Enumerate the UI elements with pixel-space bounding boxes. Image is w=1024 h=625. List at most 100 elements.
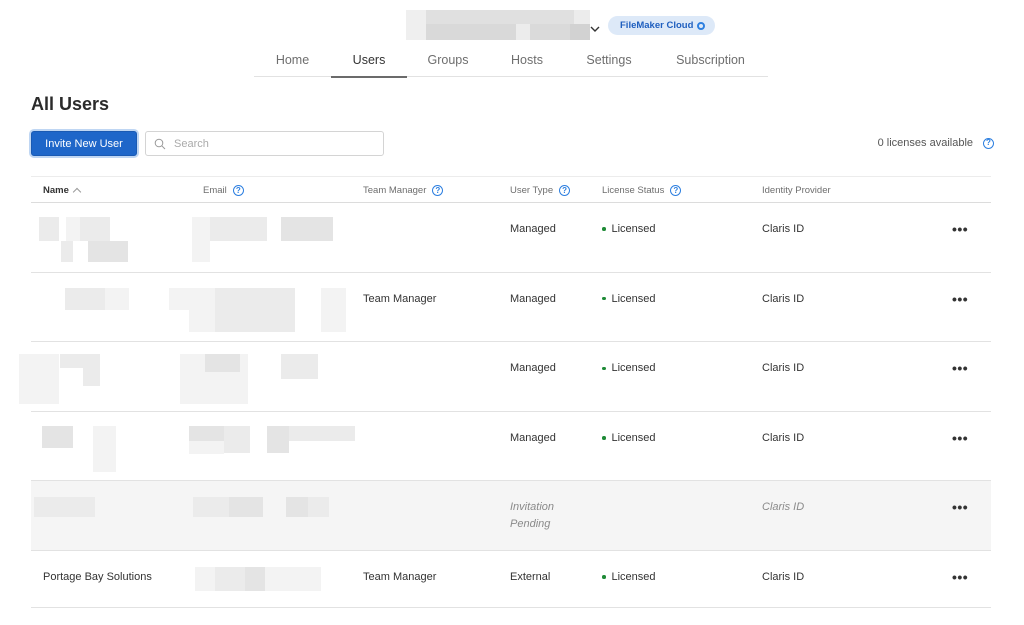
more-actions-icon[interactable]: ••• bbox=[952, 569, 968, 585]
redaction-block bbox=[215, 287, 295, 332]
identity-provider: Claris ID bbox=[762, 570, 805, 583]
column-header-license-status[interactable]: License Status ? bbox=[602, 185, 682, 196]
redaction-block bbox=[215, 566, 245, 591]
redaction-block bbox=[281, 354, 318, 380]
redaction-block bbox=[65, 287, 105, 310]
invite-new-user-button[interactable]: Invite New User bbox=[31, 131, 137, 156]
tab-subscription[interactable]: Subscription bbox=[653, 48, 768, 77]
licensed-dot-icon bbox=[602, 575, 606, 579]
column-header-email[interactable]: Email ? bbox=[203, 185, 244, 196]
tab-home[interactable]: Home bbox=[254, 48, 331, 77]
identity-provider: Claris ID bbox=[762, 501, 805, 514]
column-header-user-type[interactable]: User Type ? bbox=[510, 185, 571, 196]
user-type: Managed bbox=[510, 223, 556, 235]
licensed-dot-icon bbox=[602, 227, 606, 231]
redaction-block bbox=[61, 241, 73, 262]
sort-ascending-icon bbox=[72, 187, 82, 197]
table-row[interactable]: Managed Licensed Claris ID ••• bbox=[31, 203, 991, 273]
table-row[interactable]: Portage Bay Solutions Team Manager Exter… bbox=[31, 551, 991, 608]
identity-provider: Claris ID bbox=[762, 431, 805, 444]
search-icon bbox=[154, 138, 166, 149]
column-header-team-manager[interactable]: Team Manager ? bbox=[363, 185, 444, 196]
table-header: Name Email ? Team Manager ? User Type ? … bbox=[31, 176, 991, 203]
identity-provider: Claris ID bbox=[762, 223, 805, 235]
table-row[interactable]: Managed Licensed Claris ID ••• bbox=[19, 342, 991, 412]
team-manager: Team Manager bbox=[363, 570, 437, 583]
user-name: Portage Bay Solutions bbox=[43, 570, 152, 583]
redaction-block bbox=[406, 10, 426, 40]
chevron-down-icon[interactable] bbox=[590, 24, 600, 34]
licensed-dot-icon bbox=[602, 436, 606, 440]
tab-groups[interactable]: Groups bbox=[407, 48, 489, 77]
redaction-block bbox=[193, 497, 229, 518]
redaction-block bbox=[60, 354, 100, 369]
redaction-block bbox=[321, 287, 346, 332]
redaction-block bbox=[205, 354, 240, 373]
redaction-block bbox=[105, 287, 129, 310]
identity-provider: Claris ID bbox=[762, 362, 805, 375]
tab-users[interactable]: Users bbox=[331, 48, 407, 78]
user-type: Invitation Pending bbox=[510, 501, 555, 531]
redaction-block bbox=[516, 24, 530, 40]
more-actions-icon[interactable]: ••• bbox=[952, 499, 968, 515]
license-status-label: Licensed bbox=[611, 292, 656, 305]
team-manager: Team Manager bbox=[363, 292, 437, 305]
help-icon[interactable]: ? bbox=[232, 185, 244, 196]
tab-hosts[interactable]: Hosts bbox=[489, 48, 565, 77]
column-header-identity-provider[interactable]: Identity Provider bbox=[762, 185, 831, 196]
redaction-block bbox=[530, 24, 570, 40]
redaction-block bbox=[34, 497, 95, 518]
more-actions-icon[interactable]: ••• bbox=[952, 360, 968, 376]
search-field[interactable] bbox=[145, 131, 384, 156]
redaction-block bbox=[574, 10, 590, 24]
redaction-block bbox=[169, 287, 215, 310]
help-icon[interactable]: ? bbox=[983, 137, 994, 149]
redaction-block bbox=[189, 440, 224, 454]
column-header-name[interactable]: Name bbox=[43, 185, 82, 197]
license-status: Licensed bbox=[602, 362, 656, 374]
redaction-block bbox=[80, 217, 110, 241]
redaction-block bbox=[426, 10, 574, 24]
more-actions-icon[interactable]: ••• bbox=[952, 430, 968, 446]
licenses-available-text: 0 licenses available bbox=[877, 137, 973, 149]
table-row[interactable]: Invitation Pending Claris ID ••• bbox=[31, 481, 991, 551]
identity-provider: Claris ID bbox=[762, 292, 805, 305]
redaction-block bbox=[66, 217, 80, 241]
redaction-block bbox=[39, 217, 59, 241]
redaction-block bbox=[289, 425, 355, 441]
help-icon[interactable]: ? bbox=[670, 185, 682, 196]
license-status: Licensed bbox=[602, 432, 656, 444]
help-icon[interactable]: ? bbox=[432, 185, 444, 196]
table-row[interactable]: Team Manager Managed Licensed Claris ID … bbox=[31, 273, 991, 343]
redaction-block bbox=[265, 566, 321, 591]
redaction-block bbox=[192, 217, 210, 262]
user-type: External bbox=[510, 570, 551, 583]
product-badge: FileMaker Cloud bbox=[608, 16, 716, 35]
gear-icon bbox=[697, 21, 706, 30]
column-header-team-manager-label: Team Manager bbox=[363, 185, 427, 196]
column-header-user-type-label: User Type bbox=[510, 185, 554, 196]
account-name-redacted bbox=[406, 10, 590, 40]
user-type: Managed bbox=[510, 362, 556, 375]
column-header-identity-provider-label: Identity Provider bbox=[762, 185, 831, 196]
redaction-block bbox=[245, 566, 265, 591]
license-status-label: Licensed bbox=[611, 431, 656, 444]
users-table: Name Email ? Team Manager ? User Type ? … bbox=[19, 176, 991, 608]
more-actions-icon[interactable]: ••• bbox=[952, 221, 968, 237]
help-icon[interactable]: ? bbox=[559, 185, 571, 196]
user-type: Managed bbox=[510, 431, 556, 444]
redaction-block bbox=[195, 566, 215, 591]
table-row[interactable]: Managed Licensed Claris ID ••• bbox=[31, 412, 991, 482]
tab-settings[interactable]: Settings bbox=[565, 48, 653, 77]
redaction-block bbox=[267, 425, 289, 453]
license-status: Licensed bbox=[602, 223, 656, 235]
redaction-block bbox=[281, 217, 333, 241]
page-title: All Users bbox=[31, 94, 110, 114]
license-status: Licensed bbox=[602, 571, 656, 583]
licensed-dot-icon bbox=[602, 296, 606, 301]
more-actions-icon[interactable]: ••• bbox=[952, 291, 968, 307]
redaction-block bbox=[19, 354, 59, 405]
search-input[interactable] bbox=[174, 137, 374, 150]
redaction-block bbox=[88, 241, 128, 262]
account-switcher[interactable] bbox=[406, 10, 590, 40]
